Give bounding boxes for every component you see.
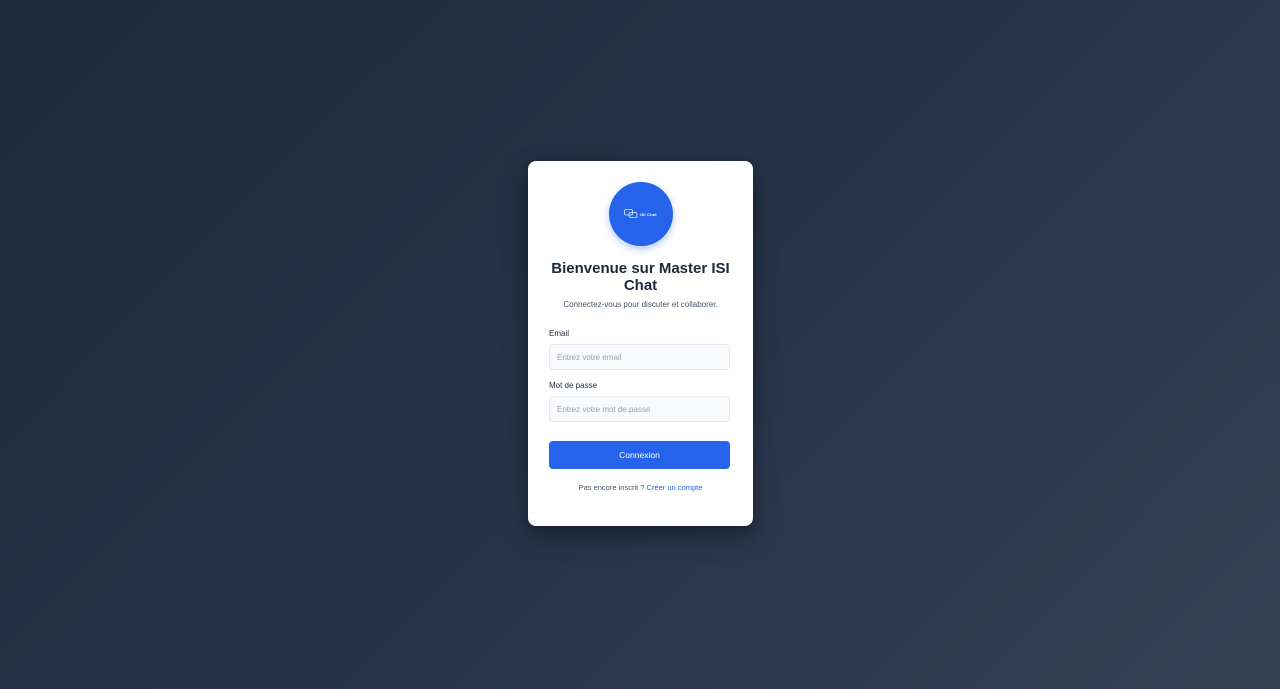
email-field[interactable] [549,344,730,370]
logo-text: ISI Chat [640,211,657,217]
signup-prompt: Pas encore inscrit ? Créer un compte [549,483,732,492]
password-field[interactable] [549,396,730,422]
signup-prompt-text: Pas encore inscrit ? [578,483,645,492]
login-button[interactable]: Connexion [549,441,730,469]
chat-bubbles-icon [624,209,638,218]
page-title: Bienvenue sur Master ISI Chat [551,260,730,294]
login-card: ISI Chat Bienvenue sur Master ISI Chat C… [528,161,753,526]
password-label: Mot de passe [549,381,598,390]
create-account-link[interactable]: Créer un compte [647,483,703,492]
page-subtitle: Connectez-vous pour discuter et collabor… [563,300,718,309]
email-label: Email [549,329,570,338]
app-logo: ISI Chat [608,182,673,246]
logo-content: ISI Chat [624,209,657,219]
